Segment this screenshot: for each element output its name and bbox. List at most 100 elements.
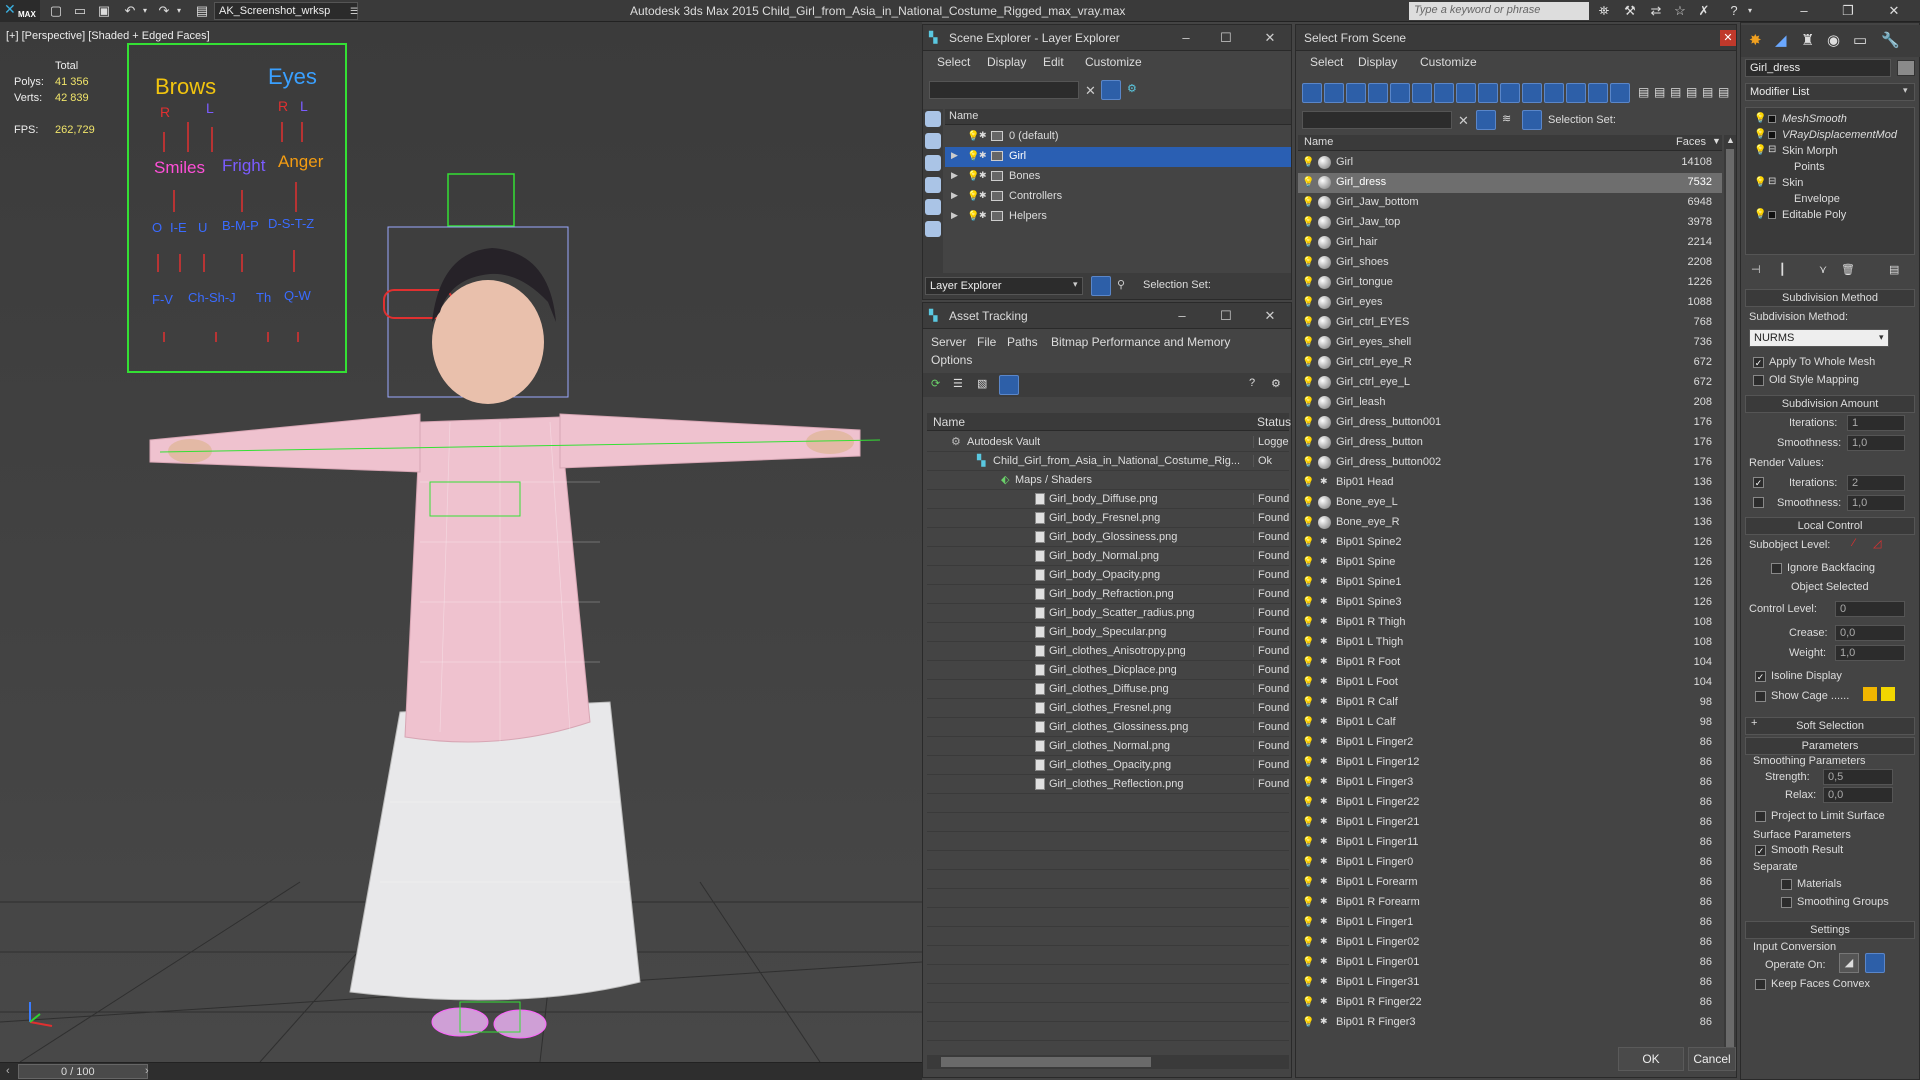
object-row[interactable]: 💡 Girl_dress 7532 — [1298, 173, 1722, 193]
sfs-filter-icon[interactable] — [1476, 110, 1496, 130]
object-visibility-bulb-icon[interactable]: 💡 — [1302, 876, 1314, 889]
sfs-sort-icon[interactable]: ▼ — [1712, 136, 1721, 146]
render-iterations-spinner[interactable]: 2 — [1847, 475, 1905, 491]
sfs-close-button[interactable]: ✕ — [1720, 30, 1736, 46]
modifier-stack-item[interactable]: 💡 MeshSmooth — [1748, 112, 1912, 128]
soft-selection-expand-icon[interactable]: + — [1751, 717, 1757, 729]
favorites-star-icon[interactable]: ☆ — [1672, 3, 1688, 19]
object-visibility-bulb-icon[interactable]: 💡 — [1302, 816, 1314, 829]
layer-row[interactable]: 💡 ✱ 0 (default) — [945, 127, 1291, 147]
object-row[interactable]: 💡 ✱ Bip01 Spine1 126 — [1298, 573, 1722, 593]
at-help-icon[interactable]: ? — [1249, 377, 1255, 389]
modify-tab-icon[interactable]: ◢ — [1775, 31, 1787, 49]
scene-explorer-maximize-icon[interactable]: ☐ — [1217, 29, 1235, 47]
sfs-search-input[interactable] — [1302, 111, 1452, 129]
subdivision-method-chevron-icon[interactable]: ▾ — [1879, 332, 1884, 343]
render-smoothness-spinner[interactable]: 1,0 — [1847, 495, 1905, 511]
object-row[interactable]: 💡 Girl_ctrl_eye_R 672 — [1298, 353, 1722, 373]
at-menu-file[interactable]: File — [977, 335, 996, 349]
new-file-icon[interactable]: ▢ — [48, 3, 64, 19]
save-file-icon[interactable]: ▣ — [96, 3, 112, 19]
workspace-dropdown[interactable]: AK_Screenshot_wrksp — [214, 2, 358, 20]
project-limit-surface-checkbox[interactable] — [1755, 811, 1766, 822]
local-control-rollout[interactable]: Local Control — [1745, 517, 1915, 535]
object-row[interactable]: 💡 Girl_eyes 1088 — [1298, 293, 1722, 313]
object-row[interactable]: 💡 ✱ Bip01 L Finger11 86 — [1298, 833, 1722, 853]
at-column-header[interactable]: Name Status — [927, 413, 1291, 431]
object-visibility-bulb-icon[interactable]: 💡 — [1302, 336, 1314, 349]
restore-window-icon[interactable]: ❐ — [1840, 3, 1856, 19]
modifier-stack-item[interactable]: Points — [1748, 160, 1912, 176]
make-unique-icon[interactable]: ⋎ — [1819, 263, 1827, 276]
parameters-rollout[interactable]: Parameters — [1745, 737, 1915, 755]
sfs-display-all-icon[interactable] — [1566, 83, 1586, 103]
render-smoothness-checkbox[interactable] — [1753, 497, 1764, 508]
object-visibility-bulb-icon[interactable]: 💡 — [1302, 596, 1314, 609]
smooth-result-checkbox[interactable]: ✓ — [1755, 845, 1766, 856]
layer-row[interactable]: ▶ 💡 ✱ Girl — [945, 147, 1291, 167]
object-visibility-bulb-icon[interactable]: 💡 — [1302, 276, 1314, 289]
se-tool-display-helpers-icon[interactable] — [925, 221, 941, 237]
at-settings-icon[interactable]: ⚙ — [1271, 377, 1281, 390]
layer-visibility-bulb-icon[interactable]: 💡 — [967, 170, 979, 183]
object-row[interactable]: 💡 Girl_hair 2214 — [1298, 233, 1722, 253]
operate-on-triangles-button[interactable]: ◢ — [1839, 953, 1859, 973]
object-visibility-bulb-icon[interactable]: 💡 — [1302, 576, 1314, 589]
layer-freeze-icon[interactable]: ✱ — [979, 130, 987, 141]
configure-modifier-sets-icon[interactable]: ▤ — [1889, 263, 1899, 276]
se-tool-display-shapes-icon[interactable] — [925, 155, 941, 171]
sfs-display-frozen-icon[interactable] — [1522, 83, 1542, 103]
object-row[interactable]: 💡 ✱ Bip01 R Calf 98 — [1298, 693, 1722, 713]
weight-spinner[interactable]: 1,0 — [1835, 645, 1905, 661]
object-row[interactable]: 💡 ✱ Bip01 L Finger1 86 — [1298, 913, 1722, 933]
asset-tracking-minimize-icon[interactable]: – — [1173, 307, 1191, 325]
object-visibility-bulb-icon[interactable]: 💡 — [1302, 476, 1314, 489]
sfs-column-header[interactable]: Name Faces ▼ — [1298, 135, 1722, 151]
layer-visibility-bulb-icon[interactable]: 💡 — [967, 150, 979, 163]
smoothness-spinner[interactable]: 1,0 — [1847, 435, 1905, 451]
object-visibility-bulb-icon[interactable]: 💡 — [1302, 916, 1314, 929]
sfs-display-invert-icon[interactable] — [1610, 83, 1630, 103]
object-row[interactable]: 💡 ✱ Bip01 L Forearm 86 — [1298, 873, 1722, 893]
scene-explorer-titlebar[interactable]: ▚ Scene Explorer - Layer Explorer – ☐ ✕ — [923, 25, 1291, 51]
render-iterations-checkbox[interactable]: ✓ — [1753, 477, 1764, 488]
modifier-stack-item[interactable]: 💡 ⊟ Skin Morph — [1748, 144, 1912, 160]
object-visibility-bulb-icon[interactable]: 💡 — [1302, 176, 1314, 189]
vertex-level-icon[interactable]: ⁄ — [1853, 537, 1855, 549]
apply-whole-mesh-checkbox[interactable]: ✓ — [1753, 357, 1764, 368]
sfs-collapse-icon[interactable]: ▤ — [1670, 85, 1681, 99]
modifier-expand-icon[interactable]: ⊟ — [1768, 144, 1776, 155]
layer-row[interactable]: ▶ 💡 ✱ Controllers — [945, 187, 1291, 207]
at-thumbnail-view-icon[interactable]: ▧ — [977, 377, 987, 390]
sfs-display-containers-icon[interactable] — [1500, 83, 1520, 103]
object-row[interactable]: 💡 ✱ Bip01 R Finger22 86 — [1298, 993, 1722, 1013]
sfs-display-cameras-icon[interactable] — [1368, 83, 1388, 103]
sfs-ok-button[interactable]: OK — [1618, 1047, 1684, 1071]
sfs-display-xrefs-icon[interactable] — [1456, 83, 1476, 103]
at-menu-server[interactable]: Server — [931, 335, 966, 349]
sfs-vertical-scrollbar[interactable]: ▲ — [1724, 135, 1736, 1063]
object-row[interactable]: 💡 Girl_eyes_shell 736 — [1298, 333, 1722, 353]
object-visibility-bulb-icon[interactable]: 💡 — [1302, 436, 1314, 449]
object-row[interactable]: 💡 Girl_Jaw_bottom 6948 — [1298, 193, 1722, 213]
object-visibility-bulb-icon[interactable]: 💡 — [1302, 636, 1314, 649]
se-layers-mode-icon[interactable] — [1091, 276, 1111, 296]
help-dropdown-icon[interactable]: ▾ — [1742, 3, 1758, 19]
object-row[interactable]: 💡 ✱ Bip01 L Foot 104 — [1298, 673, 1722, 693]
object-name-field[interactable]: Girl_dress — [1745, 59, 1891, 77]
object-visibility-bulb-icon[interactable]: 💡 — [1302, 616, 1314, 629]
object-row[interactable]: 💡 ✱ Bip01 L Finger0 86 — [1298, 853, 1722, 873]
object-row[interactable]: 💡 ✱ Bip01 L Calf 98 — [1298, 713, 1722, 733]
asset-row[interactable]: Girl_body_Normal.png Found — [927, 547, 1289, 566]
at-horizontal-scrollbar[interactable] — [927, 1055, 1289, 1069]
ignore-backfacing-checkbox[interactable] — [1771, 563, 1782, 574]
workspace-dropdown-icon[interactable]: ☰ — [346, 3, 362, 19]
asset-row[interactable]: Girl_body_Specular.png Found — [927, 623, 1289, 642]
object-row[interactable]: 💡 Girl_shoes 2208 — [1298, 253, 1722, 273]
object-visibility-bulb-icon[interactable]: 💡 — [1302, 656, 1314, 669]
object-row[interactable]: 💡 Girl_dress_button 176 — [1298, 433, 1722, 453]
sfs-display-lights-icon[interactable] — [1346, 83, 1366, 103]
se-menu-edit[interactable]: Edit — [1043, 55, 1064, 69]
object-row[interactable]: 💡 Bone_eye_R 136 — [1298, 513, 1722, 533]
object-row[interactable]: 💡 Girl 14108 — [1298, 153, 1722, 173]
